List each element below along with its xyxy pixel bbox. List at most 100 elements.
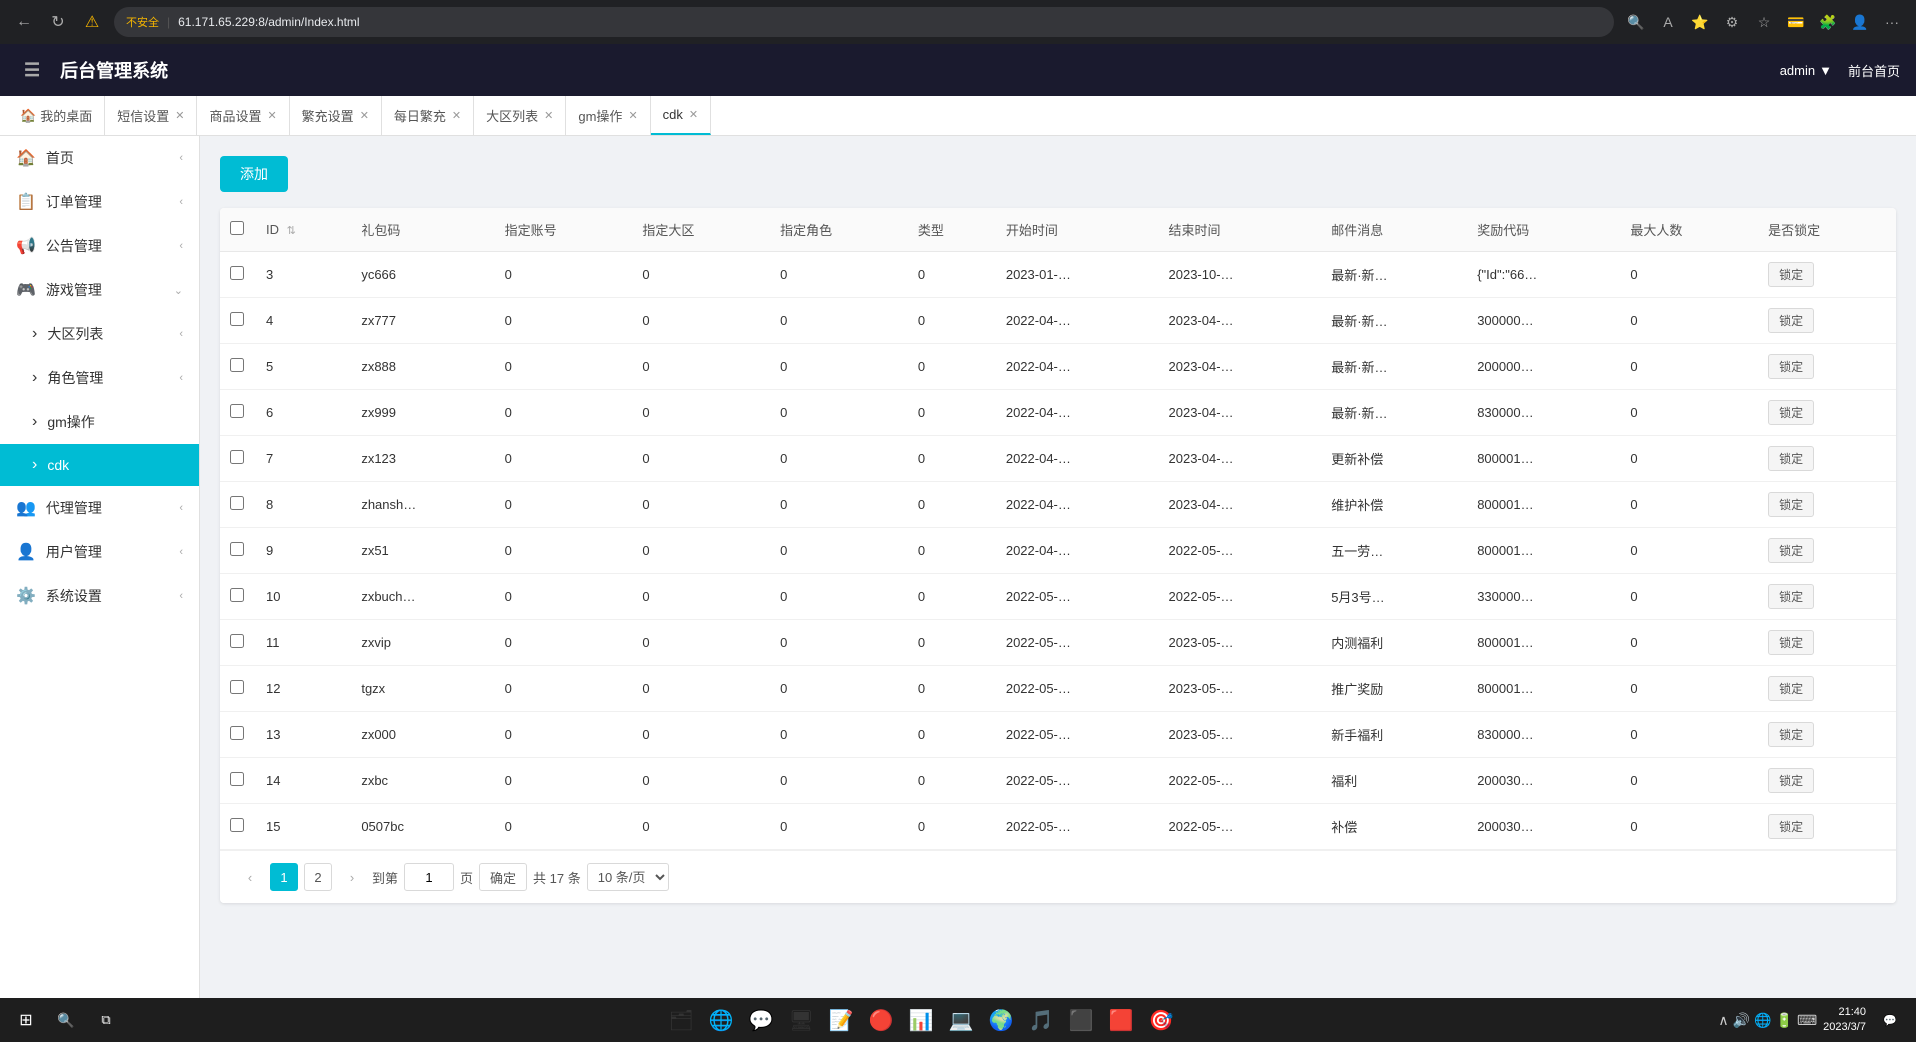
tab-sms[interactable]: 短信设置 ✕ — [105, 96, 197, 135]
cell-lock[interactable]: 锁定 — [1758, 252, 1896, 298]
lock-button[interactable]: 锁定 — [1768, 538, 1814, 563]
taskbar-app-app4[interactable]: 📊 — [903, 1002, 939, 1038]
row-checkbox-cell[interactable] — [220, 436, 256, 482]
row-checkbox[interactable] — [230, 404, 244, 418]
tray-network[interactable]: 🌐 — [1754, 1012, 1771, 1029]
settings-browser-button[interactable]: ⚙ — [1718, 8, 1746, 36]
cell-lock[interactable]: 锁定 — [1758, 528, 1896, 574]
start-button[interactable]: ⊞ — [8, 1002, 44, 1038]
lock-button[interactable]: 锁定 — [1768, 354, 1814, 379]
sidebar-item-region-list[interactable]: › 大区列表 ‹ — [0, 312, 199, 356]
taskbar-app-app8[interactable]: ⬛ — [1063, 1002, 1099, 1038]
sidebar-item-role-mgmt[interactable]: › 角色管理 ‹ — [0, 356, 199, 400]
goto-confirm-button[interactable]: 确定 — [479, 863, 527, 891]
taskbar-app-explorer[interactable]: 🗂 — [663, 1002, 699, 1038]
read-mode-button[interactable]: A — [1654, 8, 1682, 36]
cell-lock[interactable]: 锁定 — [1758, 804, 1896, 850]
cell-lock[interactable]: 锁定 — [1758, 436, 1896, 482]
tray-keyboard[interactable]: ⌨ — [1797, 1012, 1817, 1029]
row-checkbox[interactable] — [230, 634, 244, 648]
row-checkbox[interactable] — [230, 818, 244, 832]
address-bar[interactable]: 不安全 | 61.171.65.229:8/admin/Index.html — [114, 7, 1614, 37]
tab-region[interactable]: 大区列表 ✕ — [474, 96, 566, 135]
sidebar-item-games[interactable]: 🎮 游戏管理 ⌄ — [0, 268, 199, 312]
row-checkbox-cell[interactable] — [220, 574, 256, 620]
taskbar-app-app5[interactable]: 💻 — [943, 1002, 979, 1038]
tab-product[interactable]: 商品设置 ✕ — [197, 96, 289, 135]
lock-button[interactable]: 锁定 — [1768, 400, 1814, 425]
row-checkbox-cell[interactable] — [220, 298, 256, 344]
wallet-button[interactable]: 💳 — [1782, 8, 1810, 36]
row-checkbox-cell[interactable] — [220, 666, 256, 712]
row-checkbox-cell[interactable] — [220, 390, 256, 436]
row-checkbox-cell[interactable] — [220, 712, 256, 758]
sidebar-item-settings[interactable]: ⚙️ 系统设置 ‹ — [0, 574, 199, 618]
collection-button[interactable]: ⭐ — [1686, 8, 1714, 36]
tab-cdk[interactable]: cdk ✕ — [651, 96, 711, 135]
front-home-button[interactable]: 前台首页 — [1848, 61, 1900, 80]
notification-button[interactable]: 💬 — [1872, 1002, 1908, 1038]
taskbar-time[interactable]: 21:40 2023/3/7 — [1823, 1005, 1866, 1036]
lock-button[interactable]: 锁定 — [1768, 262, 1814, 287]
id-sort-icon[interactable]: ⇅ — [287, 225, 296, 237]
row-checkbox[interactable] — [230, 496, 244, 510]
taskbar-app-wechat[interactable]: 💬 — [743, 1002, 779, 1038]
row-checkbox[interactable] — [230, 358, 244, 372]
page-2-button[interactable]: 2 — [304, 863, 332, 891]
page-1-button[interactable]: 1 — [270, 863, 298, 891]
row-checkbox[interactable] — [230, 726, 244, 740]
search-toolbar-button[interactable]: 🔍 — [1622, 8, 1650, 36]
row-checkbox[interactable] — [230, 542, 244, 556]
row-checkbox-cell[interactable] — [220, 528, 256, 574]
taskbar-app-app7[interactable]: 🎵 — [1023, 1002, 1059, 1038]
lock-button[interactable]: 锁定 — [1768, 630, 1814, 655]
cell-lock[interactable]: 锁定 — [1758, 390, 1896, 436]
lock-button[interactable]: 锁定 — [1768, 446, 1814, 471]
taskbar-app-app1[interactable]: 🖥 — [783, 1002, 819, 1038]
add-button[interactable]: 添加 — [220, 156, 288, 192]
row-checkbox-cell[interactable] — [220, 620, 256, 666]
row-checkbox[interactable] — [230, 772, 244, 786]
tab-cdk-close[interactable]: ✕ — [689, 108, 698, 121]
page-size-select[interactable]: 10 条/页 20 条/页 50 条/页 — [587, 863, 669, 891]
sidebar-item-user[interactable]: 👤 用户管理 ‹ — [0, 530, 199, 574]
row-checkbox[interactable] — [230, 450, 244, 464]
sidebar-item-cdk[interactable]: › cdk — [0, 444, 199, 486]
tab-desktop[interactable]: 🏠 我的桌面 — [8, 96, 105, 135]
sidebar-item-agent[interactable]: 👥 代理管理 ‹ — [0, 486, 199, 530]
task-view-button[interactable]: ⧉ — [88, 1002, 124, 1038]
goto-page-input[interactable] — [404, 863, 454, 891]
sidebar-item-gm[interactable]: › gm操作 — [0, 400, 199, 444]
tab-daily[interactable]: 每日繁充 ✕ — [382, 96, 474, 135]
back-button[interactable]: ← — [10, 8, 38, 36]
tab-product-close[interactable]: ✕ — [267, 109, 276, 122]
search-taskbar-button[interactable]: 🔍 — [48, 1002, 84, 1038]
tab-recharge-close[interactable]: ✕ — [360, 109, 369, 122]
pagination-prev[interactable]: ‹ — [236, 863, 264, 891]
row-checkbox[interactable] — [230, 312, 244, 326]
row-checkbox[interactable] — [230, 266, 244, 280]
tab-recharge[interactable]: 繁充设置 ✕ — [290, 96, 382, 135]
admin-dropdown-button[interactable]: admin ▼ — [1780, 63, 1832, 78]
security-warning-button[interactable]: ⚠ — [78, 8, 106, 36]
cell-lock[interactable]: 锁定 — [1758, 758, 1896, 804]
pagination-next[interactable]: › — [338, 863, 366, 891]
cell-lock[interactable]: 锁定 — [1758, 712, 1896, 758]
sidebar-item-announcements[interactable]: 📢 公告管理 ‹ — [0, 224, 199, 268]
taskbar-app-edge[interactable]: 🌐 — [703, 1002, 739, 1038]
row-checkbox[interactable] — [230, 680, 244, 694]
tab-gm-close[interactable]: ✕ — [628, 109, 637, 122]
taskbar-app-app10[interactable]: 🎯 — [1143, 1002, 1179, 1038]
taskbar-app-app9[interactable]: 🟥 — [1103, 1002, 1139, 1038]
lock-button[interactable]: 锁定 — [1768, 768, 1814, 793]
hamburger-button[interactable]: ☰ — [16, 56, 48, 85]
cell-lock[interactable]: 锁定 — [1758, 620, 1896, 666]
more-button[interactable]: ··· — [1878, 8, 1906, 36]
sidebar-item-orders[interactable]: 📋 订单管理 ‹ — [0, 180, 199, 224]
row-checkbox[interactable] — [230, 588, 244, 602]
sidebar-item-home[interactable]: 🏠 首页 ‹ — [0, 136, 199, 180]
favorites-button[interactable]: ☆ — [1750, 8, 1778, 36]
row-checkbox-cell[interactable] — [220, 758, 256, 804]
tab-daily-close[interactable]: ✕ — [452, 109, 461, 122]
lock-button[interactable]: 锁定 — [1768, 722, 1814, 747]
